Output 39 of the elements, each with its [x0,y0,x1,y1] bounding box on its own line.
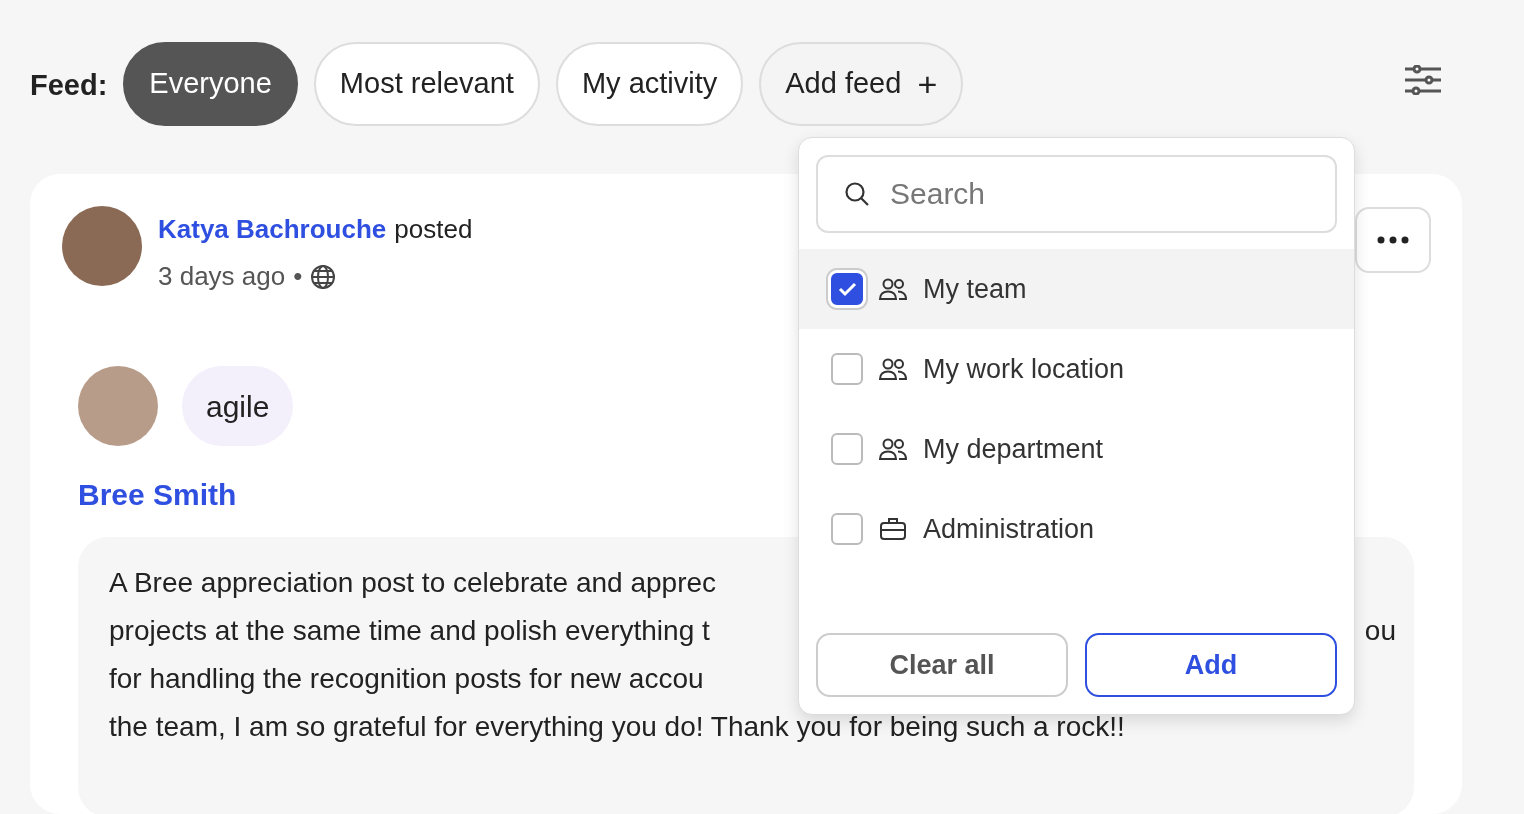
search-field[interactable]: Search [816,155,1337,233]
checkbox[interactable] [831,513,863,545]
message-text: projects at the same time and polish everything t [109,614,710,648]
more-options-button[interactable] [1355,207,1431,273]
add-feed-button[interactable]: Add feed + [759,42,964,126]
feed-option[interactable]: My team [799,249,1354,329]
people-icon [879,436,907,462]
separator-dot: • [293,260,303,293]
feed-tab[interactable]: My activity [555,42,744,126]
feed-tab[interactable]: Everyone [123,42,298,126]
option-label: Administration [923,512,1095,546]
add-button[interactable]: Add [1085,633,1337,697]
option-label: My team [923,272,1027,306]
message-text: the team, I am so grateful for everything you do! Thank you for being such a rock!! [109,710,1125,744]
post-time: 3 days ago [158,260,286,293]
feed-option[interactable]: Administration [799,489,1354,569]
author-link[interactable]: Katya Bachrouche [158,210,387,249]
sliders-icon[interactable] [1403,65,1443,95]
option-label: My department [923,432,1104,466]
people-icon [879,356,907,382]
message-text: for handling the recognition posts for new accou [109,662,704,696]
feed-option[interactable]: My work location [799,329,1354,409]
message-text: ou [1364,614,1396,648]
checkbox[interactable] [831,433,863,465]
message-text: A Bree appreciation post to celebrate and apprec [109,566,717,600]
post-action-text: posted [394,213,473,246]
feed-label: Feed: [30,68,108,103]
checkbox[interactable] [831,353,863,385]
feed-option[interactable]: My department [799,409,1354,489]
dots-icon [1377,236,1409,244]
globe-icon [310,263,337,290]
recipient-link[interactable]: Bree Smith [78,472,237,517]
option-label: My work location [923,352,1125,386]
people-icon [879,276,907,302]
feed-tab[interactable]: Most relevant [313,42,540,126]
briefcase-icon [879,516,907,542]
plus-icon: + [917,58,938,110]
tag-chip[interactable]: agile [182,366,294,446]
clear-all-button[interactable]: Clear all [816,633,1068,697]
